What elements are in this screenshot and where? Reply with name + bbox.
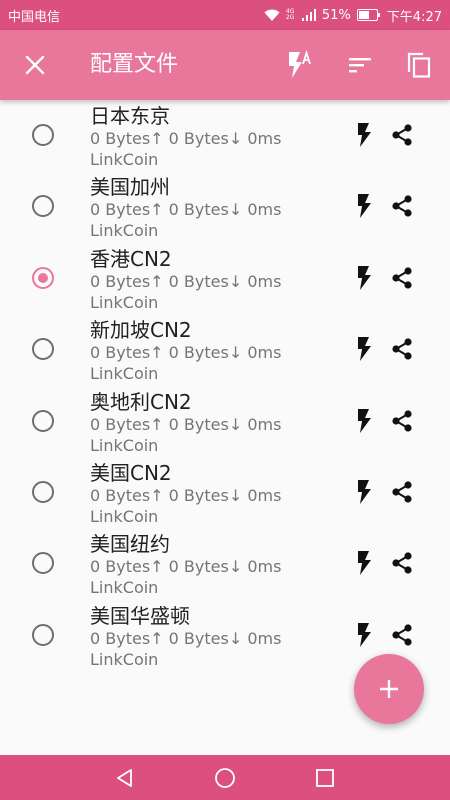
copy-icon[interactable]: [404, 50, 434, 80]
profile-name: 新加坡CN2: [90, 318, 192, 343]
traffic-stats: 0 Bytes↑ 0 Bytes↓ 0ms: [90, 200, 282, 220]
list-item[interactable]: 美国纽约 0 Bytes↑ 0 Bytes↓ 0ms LinkCoin: [0, 528, 450, 599]
traffic-stats: 0 Bytes↑ 0 Bytes↓ 0ms: [90, 343, 282, 363]
test-latency-icon[interactable]: [351, 265, 377, 291]
battery-icon: [356, 9, 380, 21]
group-label: LinkCoin: [90, 150, 159, 169]
list-item[interactable]: 新加坡CN2 0 Bytes↑ 0 Bytes↓ 0ms LinkCoin: [0, 314, 450, 385]
carrier-label: 中国电信: [8, 9, 61, 25]
recents-icon[interactable]: [313, 766, 337, 790]
share-icon[interactable]: [389, 122, 415, 148]
select-radio[interactable]: [32, 552, 54, 575]
test-latency-icon[interactable]: [351, 193, 377, 219]
select-radio[interactable]: [32, 195, 54, 218]
test-latency-icon[interactable]: [351, 122, 377, 148]
clock: 下午4:27: [386, 9, 442, 25]
share-icon[interactable]: [389, 408, 415, 434]
sort-icon[interactable]: [345, 50, 375, 80]
share-icon[interactable]: [389, 550, 415, 576]
traffic-stats: 0 Bytes↑ 0 Bytes↓ 0ms: [90, 485, 282, 505]
traffic-stats: 0 Bytes↑ 0 Bytes↓ 0ms: [90, 628, 282, 648]
test-latency-icon[interactable]: [351, 622, 377, 648]
test-latency-icon[interactable]: [351, 550, 377, 576]
test-latency-icon[interactable]: [351, 479, 377, 505]
status-bar: 中国电信 4G 2G 51% 下午4:27: [0, 0, 450, 30]
group-label: LinkCoin: [90, 364, 159, 384]
test-latency-icon[interactable]: [351, 408, 377, 434]
group-label: LinkCoin: [90, 578, 159, 598]
status-icons: 4G 2G 51% 下午4:27: [264, 6, 442, 25]
test-latency-icon[interactable]: [351, 336, 377, 362]
wifi-icon: [264, 9, 280, 21]
group-label: LinkCoin: [90, 221, 159, 241]
select-radio[interactable]: [32, 623, 54, 646]
select-radio[interactable]: [32, 409, 54, 432]
back-icon[interactable]: [113, 766, 137, 790]
profile-list: 日本东京 0 Bytes↑ 0 Bytes↓ 0ms LinkCoin 美国加州 0 B…: [0, 100, 450, 671]
traffic-stats: 0 Bytes↑ 0 Bytes↓ 0ms: [90, 129, 282, 148]
close-icon[interactable]: [20, 50, 50, 80]
share-icon[interactable]: [389, 265, 415, 291]
select-radio[interactable]: [32, 338, 54, 361]
profile-name: 日本东京: [90, 104, 170, 128]
add-icon: [380, 680, 398, 698]
share-icon[interactable]: [389, 336, 415, 362]
select-radio[interactable]: [32, 480, 54, 503]
page-title: 配置文件: [90, 52, 179, 77]
signal-icon: [301, 9, 316, 21]
list-item[interactable]: 奥地利CN2 0 Bytes↑ 0 Bytes↓ 0ms LinkCoin: [0, 386, 450, 457]
flash-auto-icon[interactable]: [284, 50, 314, 80]
select-radio[interactable]: [32, 124, 54, 146]
profile-name: 美国加州: [90, 175, 170, 200]
profile-name: 香港CN2: [90, 246, 172, 271]
profile-name: 美国纽约: [90, 532, 170, 557]
traffic-stats: 0 Bytes↑ 0 Bytes↓ 0ms: [90, 557, 282, 577]
share-icon[interactable]: [389, 479, 415, 505]
app-bar: 配置文件: [0, 30, 450, 100]
group-label: LinkCoin: [90, 649, 159, 669]
add-profile-button[interactable]: [354, 654, 424, 724]
share-icon[interactable]: [389, 622, 415, 648]
share-icon[interactable]: [389, 193, 415, 219]
profile-name: 美国华盛顿: [90, 603, 190, 628]
traffic-stats: 0 Bytes↑ 0 Bytes↓ 0ms: [90, 414, 282, 434]
navigation-bar: [0, 755, 450, 800]
list-item[interactable]: 日本东京 0 Bytes↑ 0 Bytes↓ 0ms LinkCoin: [0, 100, 450, 171]
group-label: LinkCoin: [90, 435, 159, 455]
profile-name: 奥地利CN2: [90, 389, 192, 414]
network-type-label: 4G 2G: [285, 8, 295, 21]
list-item[interactable]: 香港CN2 0 Bytes↑ 0 Bytes↓ 0ms LinkCoin: [0, 243, 450, 314]
group-label: LinkCoin: [90, 292, 159, 312]
battery-percent: 51%: [321, 7, 351, 23]
group-label: LinkCoin: [90, 506, 159, 526]
home-icon[interactable]: [213, 766, 237, 790]
profile-name: 美国CN2: [90, 460, 172, 485]
select-radio[interactable]: [32, 266, 54, 289]
traffic-stats: 0 Bytes↑ 0 Bytes↓ 0ms: [90, 271, 282, 291]
list-item[interactable]: 美国CN2 0 Bytes↑ 0 Bytes↓ 0ms LinkCoin: [0, 457, 450, 528]
list-item[interactable]: 美国加州 0 Bytes↑ 0 Bytes↓ 0ms LinkCoin: [0, 171, 450, 242]
